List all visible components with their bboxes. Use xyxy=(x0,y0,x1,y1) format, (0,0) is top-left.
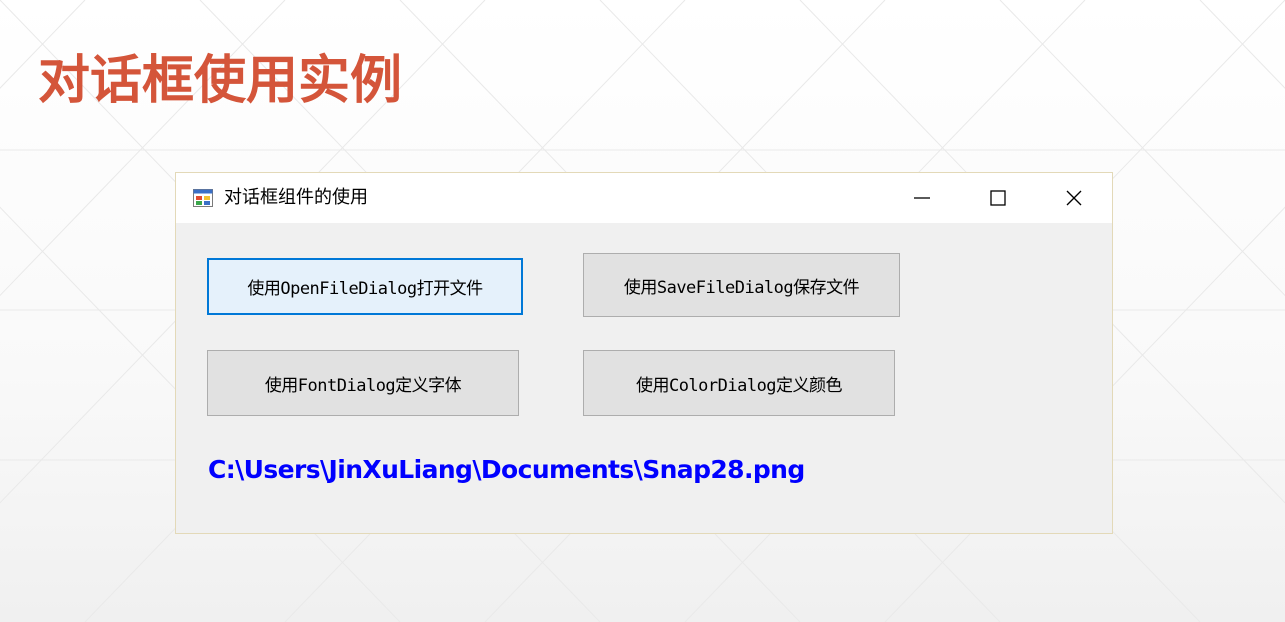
selected-file-path-label: C:\Users\JinXuLiang\Documents\Snap28.png xyxy=(208,455,805,484)
save-file-dialog-button[interactable]: 使用SaveFileDialog保存文件 xyxy=(583,253,900,317)
close-button[interactable] xyxy=(1036,173,1112,223)
maximize-button[interactable] xyxy=(960,173,1036,223)
window-titlebar[interactable]: 对话框组件的使用 xyxy=(176,173,1112,223)
minimize-icon xyxy=(914,197,930,199)
slide-title: 对话框使用实例 xyxy=(38,51,403,111)
winforms-app-icon xyxy=(193,189,213,207)
close-icon xyxy=(1066,190,1082,206)
window-title: 对话框组件的使用 xyxy=(224,187,368,208)
minimize-button[interactable] xyxy=(884,173,960,223)
maximize-icon xyxy=(990,190,1006,206)
color-dialog-button[interactable]: 使用ColorDialog定义颜色 xyxy=(583,350,895,416)
dialog-demo-window: 对话框组件的使用 使用OpenFileDialog打开文件 使用SaveFile… xyxy=(175,172,1113,534)
open-file-dialog-button[interactable]: 使用OpenFileDialog打开文件 xyxy=(207,258,523,315)
font-dialog-button[interactable]: 使用FontDialog定义字体 xyxy=(207,350,519,416)
